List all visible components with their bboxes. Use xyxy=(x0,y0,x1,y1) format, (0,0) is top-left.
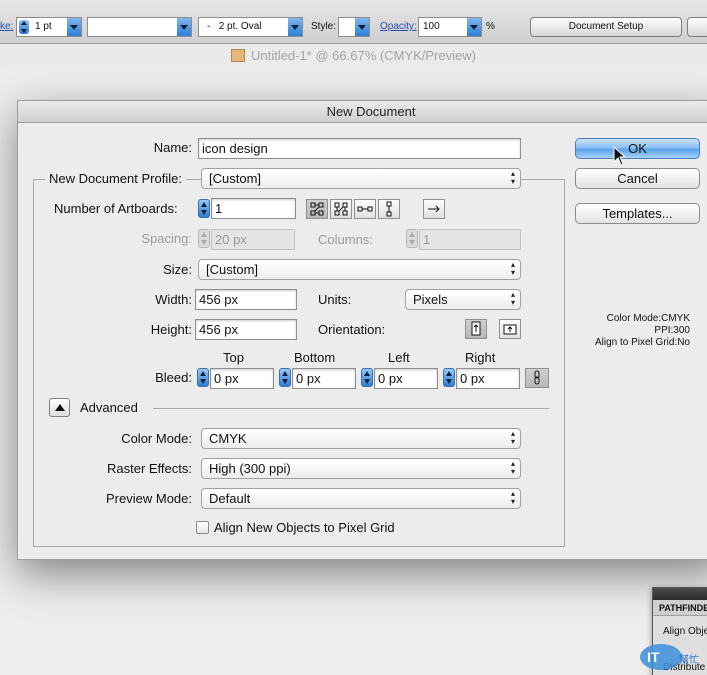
orientation-label: Orientation: xyxy=(318,322,386,337)
grid-by-column-icon[interactable] xyxy=(330,199,352,219)
bleed-left-input[interactable]: 0 px xyxy=(374,368,438,389)
profile-dropdown[interactable]: [Custom] xyxy=(201,168,521,189)
artboards-input[interactable]: 1 xyxy=(211,198,296,219)
size-label: Size: xyxy=(163,262,192,277)
bleed-label: Bleed: xyxy=(155,370,192,385)
align-pixel-grid-checkbox[interactable] xyxy=(196,521,209,534)
width-label: Width: xyxy=(155,292,192,307)
bleed-bottom-stepper[interactable] xyxy=(279,368,291,387)
spacing-input[interactable]: 20 px xyxy=(211,229,295,250)
bleed-left-label: Left xyxy=(388,350,410,365)
watermark-text: IT xyxy=(647,649,660,665)
chevron-right-icon[interactable] xyxy=(467,18,481,36)
new-document-dialog: New Document Name: icon design New Docum… xyxy=(17,100,707,560)
brush-dash: - xyxy=(207,21,211,32)
color-mode-dropdown[interactable]: CMYK xyxy=(201,428,521,449)
spacing-label: Spacing: xyxy=(141,231,192,246)
grid-by-row-icon[interactable] xyxy=(306,199,328,219)
templates-button[interactable]: Templates... xyxy=(575,203,700,224)
units-dropdown[interactable]: Pixels xyxy=(405,289,521,310)
info-color-mode: Color Mode:CMYK xyxy=(606,313,690,324)
opacity-label[interactable]: Opacity: xyxy=(380,17,417,37)
width-input[interactable]: 456 px xyxy=(195,289,297,310)
name-input[interactable]: icon design xyxy=(198,138,521,159)
info-align: Align to Pixel Grid:No xyxy=(594,337,690,348)
panel-grip[interactable] xyxy=(653,588,707,600)
raster-effects-label: Raster Effects: xyxy=(106,461,192,476)
color-mode-label: Color Mode: xyxy=(121,431,192,446)
arrange-by-column-icon[interactable] xyxy=(378,199,400,219)
height-input[interactable]: 456 px xyxy=(195,319,297,340)
artboards-label: Number of Artboards: xyxy=(54,201,178,216)
bleed-top-input[interactable]: 0 px xyxy=(210,368,274,389)
arrange-by-row-icon[interactable] xyxy=(354,199,376,219)
name-label: Name: xyxy=(153,140,192,155)
mouse-cursor-icon xyxy=(613,146,627,166)
link-icon[interactable] xyxy=(525,368,549,388)
bleed-right-label: Right xyxy=(465,350,496,365)
brush-profile-value: 2 pt. Oval xyxy=(218,21,262,32)
height-label: Height: xyxy=(150,322,192,337)
columns-stepper[interactable] xyxy=(406,229,418,248)
columns-label: Columns: xyxy=(318,232,373,247)
size-dropdown[interactable]: [Custom] xyxy=(198,259,521,280)
document-titlebar: Untitled-1* @ 66.67% (CMYK/Preview) xyxy=(0,45,707,67)
document-setup-button[interactable]: Document Setup xyxy=(530,17,682,37)
pathfinder-tab[interactable]: PATHFINDER xyxy=(653,600,707,616)
raster-effects-dropdown[interactable]: High (300 ppi) xyxy=(201,458,521,479)
chevron-down-icon[interactable] xyxy=(355,18,369,36)
cancel-button[interactable]: Cancel xyxy=(575,168,700,189)
preferences-button[interactable] xyxy=(687,17,707,37)
info-ppi: PPI:300 xyxy=(654,325,690,336)
document-icon xyxy=(231,49,246,62)
watermark-subtext: 幫忙 xyxy=(679,653,699,666)
profile-label: New Document Profile: xyxy=(45,171,186,186)
control-bar: ke: 1 pt - 2 pt. Oval Style: Opacity: 10… xyxy=(0,0,707,44)
stroke-weight-value: 1 pt xyxy=(35,21,52,32)
brush-definition-dropdown[interactable] xyxy=(87,17,192,37)
arrow-right-icon[interactable] xyxy=(423,199,445,219)
opacity-unit: % xyxy=(486,21,495,32)
brush-profile-dropdown[interactable]: - 2 pt. Oval xyxy=(198,17,303,37)
portrait-orientation-icon[interactable] xyxy=(465,319,487,339)
chevron-down-icon[interactable] xyxy=(177,18,191,36)
ok-button[interactable]: OK xyxy=(575,138,700,159)
opacity-value: 100 xyxy=(423,21,440,32)
preview-mode-dropdown[interactable]: Default xyxy=(201,488,521,509)
style-dropdown[interactable] xyxy=(338,17,370,37)
landscape-orientation-icon[interactable] xyxy=(499,319,521,339)
dialog-title: New Document xyxy=(18,101,707,123)
opacity-field[interactable]: 100 xyxy=(418,17,482,37)
style-label: Style: xyxy=(311,21,337,32)
artboards-stepper[interactable] xyxy=(198,199,210,218)
bleed-right-input[interactable]: 0 px xyxy=(456,368,520,389)
bleed-top-label: Top xyxy=(223,350,244,365)
stroke-weight-field[interactable]: 1 pt xyxy=(16,17,82,37)
advanced-divider xyxy=(153,408,549,409)
align-pixel-grid-label[interactable]: Align New Objects to Pixel Grid xyxy=(214,520,395,535)
watermark-logo-icon: IT 幫忙 xyxy=(640,644,699,670)
preview-mode-label: Preview Mode: xyxy=(106,491,192,506)
chevron-down-icon[interactable] xyxy=(67,18,81,36)
chevron-down-icon[interactable] xyxy=(288,18,302,36)
stroke-weight-stepper[interactable] xyxy=(19,20,29,34)
document-title: Untitled-1* @ 66.67% (CMYK/Preview) xyxy=(251,48,476,63)
document-info: Color Mode:CMYK PPI:300 Align to Pixel G… xyxy=(558,313,690,349)
stroke-label[interactable]: ke: xyxy=(0,17,13,37)
bleed-right-stepper[interactable] xyxy=(443,368,455,387)
units-label: Units: xyxy=(318,292,352,307)
bleed-top-stepper[interactable] xyxy=(197,368,209,387)
advanced-disclosure-toggle[interactable] xyxy=(49,398,70,417)
bleed-bottom-input[interactable]: 0 px xyxy=(292,368,356,389)
spacing-stepper[interactable] xyxy=(198,229,210,248)
bleed-left-stepper[interactable] xyxy=(361,368,373,387)
columns-input[interactable]: 1 xyxy=(419,229,521,250)
bleed-bottom-label: Bottom xyxy=(294,350,336,365)
advanced-label: Advanced xyxy=(80,400,138,415)
align-objects-label: Align Obje xyxy=(663,626,707,637)
